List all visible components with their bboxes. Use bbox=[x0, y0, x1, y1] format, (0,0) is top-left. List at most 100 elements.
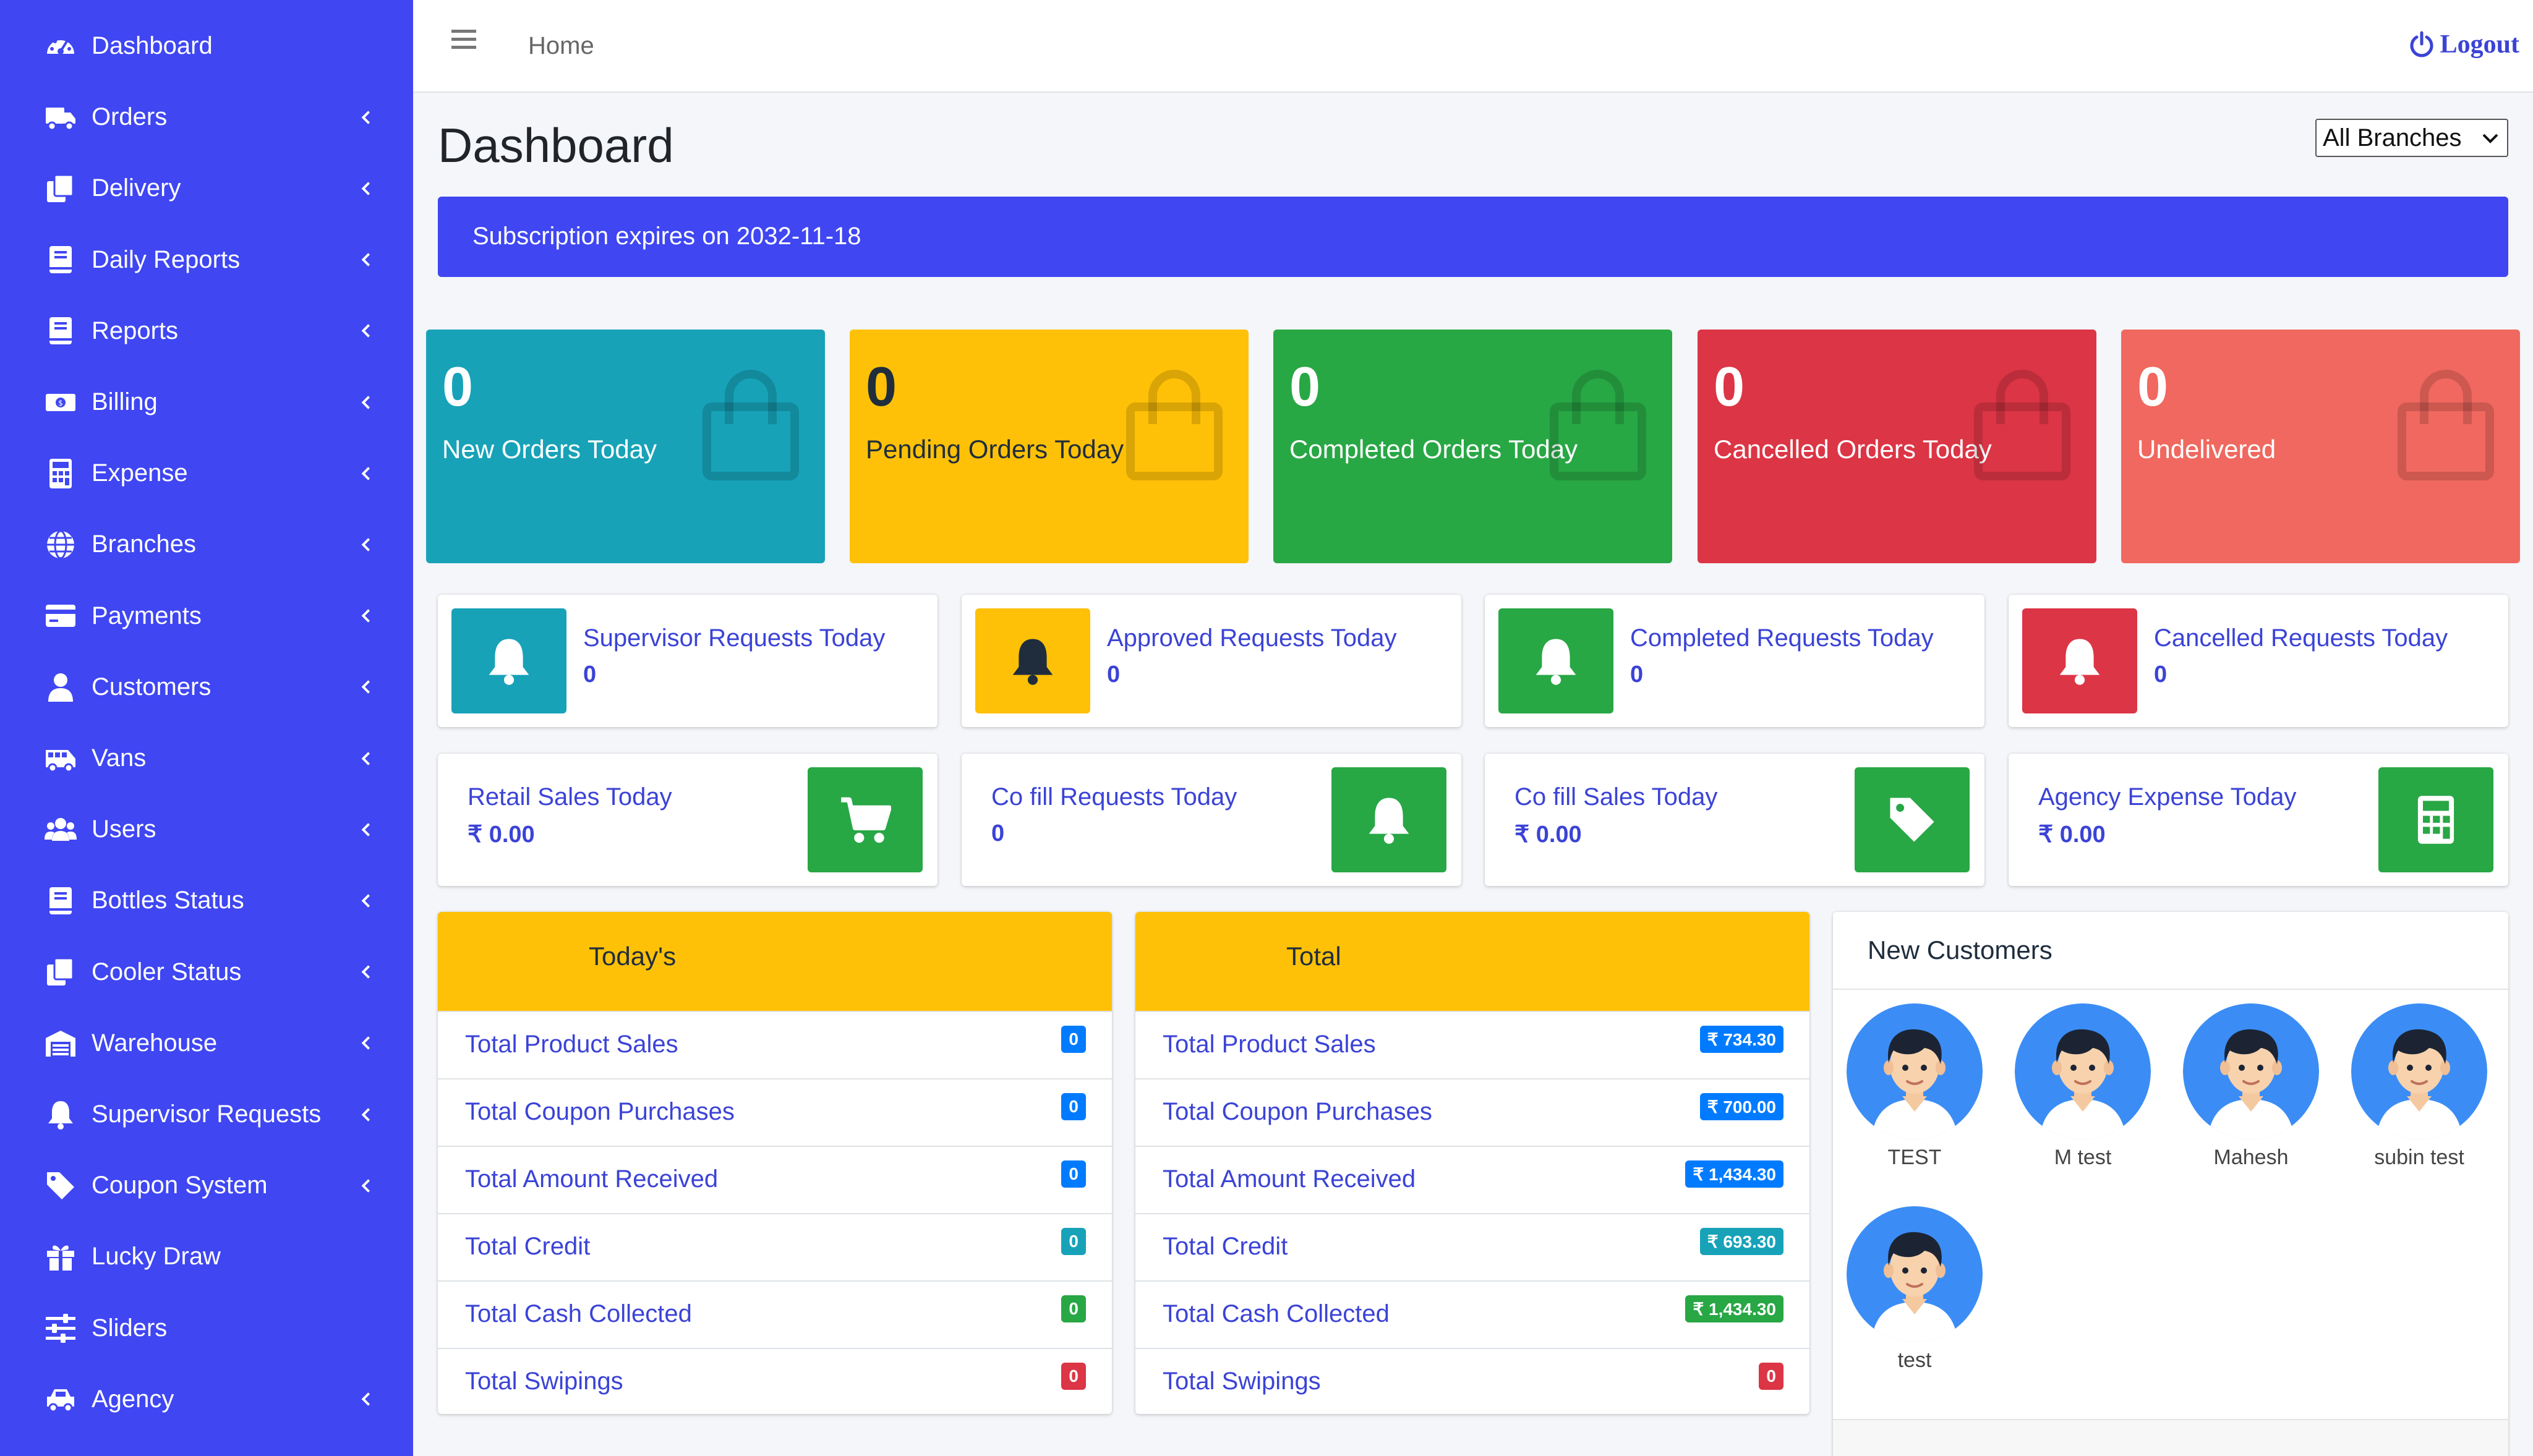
stat-box-pending-orders-today: 0 Pending Orders Today bbox=[850, 330, 1249, 563]
todays-card-header: Today's bbox=[438, 912, 1112, 1011]
chevron-left-icon bbox=[355, 747, 377, 770]
summary-label: Total Amount Received bbox=[1163, 1165, 1416, 1193]
sidebar-item-billing[interactable]: $ Billing bbox=[0, 367, 413, 438]
avatar bbox=[2351, 1003, 2487, 1139]
sales-label: Co fill Sales Today bbox=[1514, 783, 1718, 811]
credit-card-icon bbox=[42, 597, 79, 634]
bell-icon bbox=[2022, 608, 2137, 713]
warehouse-icon bbox=[42, 1024, 79, 1062]
sidebar-item-branches[interactable]: Branches bbox=[0, 509, 413, 580]
summary-row-total-swipings: Total Swipings 0 bbox=[1135, 1348, 1809, 1414]
summary-badge: 0 bbox=[1061, 1363, 1086, 1390]
summary-badge: 0 bbox=[1061, 1228, 1086, 1255]
customer-card[interactable]: Mahesh bbox=[2177, 1003, 2325, 1170]
sidebar-item-orders[interactable]: Orders bbox=[0, 82, 413, 153]
tag-icon bbox=[42, 1167, 79, 1204]
sales-box-co-fill-sales-today: Co fill Sales Today ₹ 0.00 bbox=[1485, 754, 1984, 886]
avatar bbox=[1847, 1206, 1983, 1342]
sidebar-item-supervisor-requests[interactable]: Supervisor Requests bbox=[0, 1079, 413, 1150]
power-icon bbox=[2408, 31, 2435, 58]
stat-label: Pending Orders Today bbox=[866, 435, 1124, 464]
chevron-left-icon bbox=[355, 819, 377, 841]
summary-label: Total Amount Received bbox=[465, 1165, 719, 1193]
sidebar-item-payments[interactable]: Payments bbox=[0, 581, 413, 652]
sidebar-item-bottles-status[interactable]: Bottles Status bbox=[0, 865, 413, 936]
summary-badge: 0 bbox=[1061, 1160, 1086, 1188]
sales-value: ₹ 0.00 bbox=[1514, 822, 1582, 848]
stat-value: 0 bbox=[866, 356, 897, 418]
avatar bbox=[2015, 1003, 2151, 1139]
shopping-bag-icon bbox=[1545, 364, 1651, 481]
chevron-left-icon bbox=[355, 1388, 377, 1410]
hamburger-menu-icon[interactable] bbox=[451, 27, 477, 52]
total-card-title: Total bbox=[1286, 942, 1341, 971]
summary-row-total-coupon-purchases: Total Coupon Purchases 0 bbox=[438, 1078, 1112, 1146]
breadcrumb-home[interactable]: Home bbox=[528, 32, 594, 60]
chevron-left-icon bbox=[355, 534, 377, 556]
sidebar-item-label: Expense bbox=[92, 459, 188, 487]
sidebar-item-label: Delivery bbox=[92, 174, 181, 202]
sidebar-item-sliders[interactable]: Sliders bbox=[0, 1293, 413, 1364]
request-label: Completed Requests Today bbox=[1630, 624, 1934, 652]
branch-select[interactable]: All Branches bbox=[2315, 119, 2508, 157]
customer-card[interactable]: M test bbox=[2009, 1003, 2157, 1170]
sidebar-item-customers[interactable]: Customers bbox=[0, 652, 413, 723]
stat-label: Undelivered bbox=[2137, 435, 2276, 464]
request-box-approved-requests-today: Approved Requests Today 0 bbox=[962, 595, 1461, 727]
sidebar-item-agency[interactable]: Agency bbox=[0, 1364, 413, 1435]
sales-value: 0 bbox=[991, 820, 1005, 846]
summary-row-total-cash-collected: Total Cash Collected 0 bbox=[438, 1280, 1112, 1348]
customer-card[interactable]: test bbox=[1840, 1206, 1989, 1373]
svg-text:$: $ bbox=[58, 399, 63, 407]
customer-card[interactable]: subin test bbox=[2345, 1003, 2493, 1170]
summary-label: Total Swipings bbox=[1163, 1368, 1321, 1395]
chevron-left-icon bbox=[355, 890, 377, 912]
summary-label: Total Coupon Purchases bbox=[465, 1098, 735, 1125]
bell-icon bbox=[1331, 767, 1446, 872]
sidebar-item-vans[interactable]: Vans bbox=[0, 723, 413, 794]
stat-value: 0 bbox=[442, 356, 474, 418]
sidebar-item-daily-reports[interactable]: Daily Reports bbox=[0, 224, 413, 296]
customer-card[interactable]: TEST bbox=[1840, 1003, 1989, 1170]
summary-row-total-credit: Total Credit ₹ 693.30 bbox=[1135, 1213, 1809, 1280]
sidebar-item-dashboard[interactable]: Dashboard bbox=[0, 11, 413, 82]
chevron-left-icon bbox=[355, 320, 377, 342]
summary-badge: ₹ 700.00 bbox=[1699, 1093, 1783, 1120]
request-value: 0 bbox=[1107, 662, 1121, 688]
request-box-supervisor-requests-today: Supervisor Requests Today 0 bbox=[438, 595, 938, 727]
sidebar-item-delivery[interactable]: Delivery bbox=[0, 153, 413, 224]
sidebar-item-expense[interactable]: Expense bbox=[0, 438, 413, 509]
sidebar-item-label: Dashboard bbox=[92, 32, 213, 59]
sales-label: Retail Sales Today bbox=[468, 783, 672, 811]
stat-label: Completed Orders Today bbox=[1289, 435, 1578, 464]
stat-value: 0 bbox=[1289, 356, 1321, 418]
sales-label: Agency Expense Today bbox=[2038, 783, 2297, 811]
sidebar-item-reports[interactable]: Reports bbox=[0, 296, 413, 367]
sidebar-item-lucky-draw[interactable]: Lucky Draw bbox=[0, 1221, 413, 1292]
shopping-bag-icon bbox=[698, 364, 803, 481]
sidebar-item-label: Users bbox=[92, 815, 156, 843]
stat-box-cancelled-orders-today: 0 Cancelled Orders Today bbox=[1698, 330, 2096, 563]
sidebar: Dashboard Orders Delivery Daily Reports Repo… bbox=[0, 0, 413, 1456]
logout-link[interactable]: Logout bbox=[2408, 30, 2519, 59]
sidebar-item-label: Lucky Draw bbox=[92, 1243, 221, 1271]
summary-label: Total Swipings bbox=[465, 1368, 623, 1395]
summary-row-total-coupon-purchases: Total Coupon Purchases ₹ 700.00 bbox=[1135, 1078, 1809, 1146]
sales-value: ₹ 0.00 bbox=[468, 822, 535, 848]
sidebar-item-label: Payments bbox=[92, 602, 202, 629]
sidebar-item-coupon-system[interactable]: Coupon System bbox=[0, 1150, 413, 1221]
sidebar-item-warehouse[interactable]: Warehouse bbox=[0, 1008, 413, 1079]
summary-row-total-cash-collected: Total Cash Collected ₹ 1,434.30 bbox=[1135, 1280, 1809, 1348]
stat-box-completed-orders-today: 0 Completed Orders Today bbox=[1273, 330, 1672, 563]
sidebar-item-label: Supervisor Requests bbox=[92, 1101, 322, 1128]
sidebar-item-users[interactable]: Users bbox=[0, 794, 413, 865]
sidebar-item-label: Billing bbox=[92, 388, 158, 415]
sidebar-item-cooler-status[interactable]: Cooler Status bbox=[0, 937, 413, 1008]
book-icon bbox=[42, 882, 79, 919]
summary-label: Total Credit bbox=[1163, 1233, 1288, 1260]
request-value: 0 bbox=[1630, 662, 1644, 688]
page-title: Dashboard bbox=[438, 118, 674, 172]
request-value: 0 bbox=[2154, 662, 2168, 688]
customer-name: test bbox=[1897, 1348, 1932, 1372]
chevron-left-icon bbox=[355, 605, 377, 627]
